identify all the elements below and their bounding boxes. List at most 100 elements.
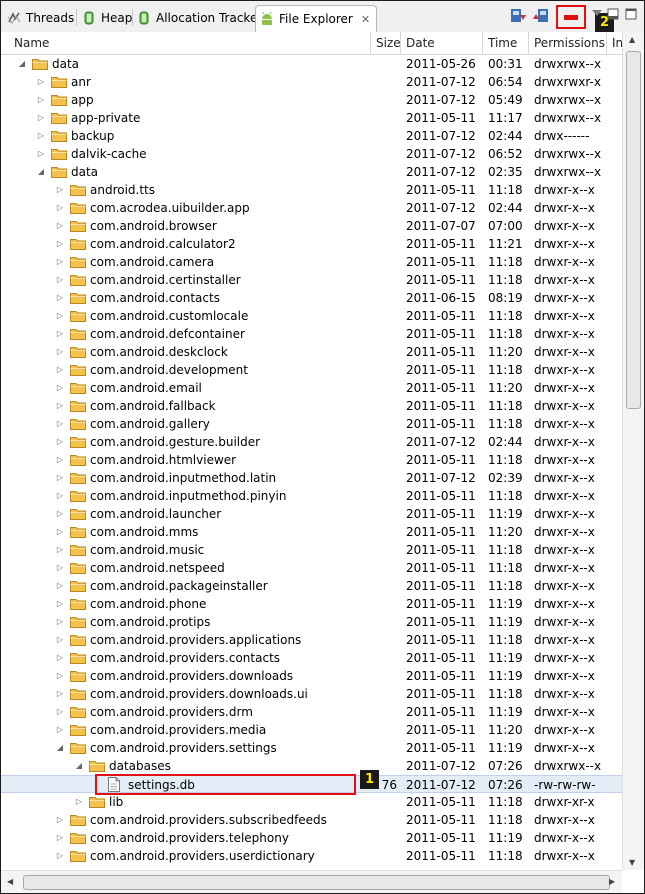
table-row[interactable]: ▷ com.android.protips 2011-05-11 11:19 drwxr… <box>1 613 622 631</box>
table-row[interactable]: ◢ databases 2011-07-12 07:26 drwxrwx--x <box>1 757 622 775</box>
table-row[interactable]: ▷ com.android.providers.downloads 2011-05-… <box>1 667 622 685</box>
collapsed-arrow-icon[interactable]: ▷ <box>55 361 65 379</box>
collapsed-arrow-icon[interactable]: ▷ <box>36 127 46 145</box>
push-file-icon[interactable] <box>532 7 550 25</box>
collapsed-arrow-icon[interactable]: ▷ <box>55 379 65 397</box>
table-row[interactable]: ▷ com.android.gesture.builder 2011-07-12 02… <box>1 433 622 451</box>
scroll-up-arrow-icon[interactable]: ▲ <box>629 35 635 44</box>
collapsed-arrow-icon[interactable]: ▷ <box>36 145 46 163</box>
table-row[interactable]: ▷ com.android.calculator2 2011-05-11 11:21 d… <box>1 235 622 253</box>
table-row[interactable]: ▷ com.android.camera 2011-05-11 11:18 drwxr-… <box>1 253 622 271</box>
collapsed-arrow-icon[interactable]: ▷ <box>55 181 65 199</box>
table-row[interactable]: ▷ com.android.netspeed 2011-05-11 11:18 drwx… <box>1 559 622 577</box>
table-row[interactable]: ▷ com.android.launcher 2011-05-11 11:19 drwx… <box>1 505 622 523</box>
table-row[interactable]: ▷ com.android.gallery 2011-05-11 11:18 drwxr… <box>1 415 622 433</box>
column-header-date[interactable]: Date <box>401 32 483 54</box>
table-row[interactable]: ▷ lib 2011-05-11 11:18 drwxr-xr-x <box>1 793 622 811</box>
pull-file-icon[interactable] <box>509 7 527 25</box>
scroll-left-arrow-icon[interactable]: ◀ <box>7 877 13 886</box>
table-row[interactable]: ▷ com.android.contacts 2011-06-15 08:19 drwx… <box>1 289 622 307</box>
table-row[interactable]: ▷ com.android.inputmethod.pinyin 2011-05-1… <box>1 487 622 505</box>
tab-threads[interactable]: Threads <box>7 6 74 30</box>
collapsed-arrow-icon[interactable]: ▷ <box>36 91 46 109</box>
scroll-down-arrow-icon[interactable]: ▼ <box>629 858 635 867</box>
table-row[interactable]: ▷ com.android.deskclock 2011-05-11 11:20 drw… <box>1 343 622 361</box>
tab-heap[interactable]: Heap <box>82 6 132 30</box>
table-row[interactable]: ▷ com.android.providers.applications 2011-… <box>1 631 622 649</box>
table-row[interactable]: ▷ app-private 2011-05-11 11:17 drwxrwx--x <box>1 109 622 127</box>
table-row[interactable]: ▷ com.android.phone 2011-05-11 11:19 drwxr-x… <box>1 595 622 613</box>
collapsed-arrow-icon[interactable]: ▷ <box>55 325 65 343</box>
table-row[interactable]: ▷ com.android.providers.downloads.ui 2011-… <box>1 685 622 703</box>
collapsed-arrow-icon[interactable]: ▷ <box>55 289 65 307</box>
column-header-time[interactable]: Time <box>483 32 529 54</box>
table-row[interactable]: ▷ com.android.defcontainer 2011-05-11 11:18… <box>1 325 622 343</box>
table-row[interactable]: ▷ backup 2011-07-12 02:44 drwx------ <box>1 127 622 145</box>
collapsed-arrow-icon[interactable]: ▷ <box>55 235 65 253</box>
collapsed-arrow-icon[interactable]: ▷ <box>55 505 65 523</box>
column-header-permissions[interactable]: Permissions <box>529 32 607 54</box>
table-row[interactable]: ▷ com.android.providers.userdictionary 201… <box>1 847 622 865</box>
collapsed-arrow-icon[interactable]: ▷ <box>55 253 65 271</box>
table-row[interactable]: ▷ app 2011-07-12 05:49 drwxrwx--x <box>1 91 622 109</box>
expanded-arrow-icon[interactable]: ◢ <box>55 739 65 757</box>
table-row[interactable]: ▷ android.tts 2011-05-11 11:18 drwxr-x--x <box>1 181 622 199</box>
collapsed-arrow-icon[interactable]: ▷ <box>55 397 65 415</box>
collapsed-arrow-icon[interactable]: ▷ <box>55 217 65 235</box>
collapsed-arrow-icon[interactable]: ▷ <box>55 523 65 541</box>
vertical-scroll-thumb[interactable] <box>626 51 641 409</box>
collapsed-arrow-icon[interactable]: ▷ <box>55 703 65 721</box>
collapsed-arrow-icon[interactable]: ▷ <box>55 667 65 685</box>
table-row[interactable]: ▷ com.android.email 2011-05-11 11:20 drwxr-x… <box>1 379 622 397</box>
table-row[interactable]: ▷ com.android.providers.subscribedfeeds 20… <box>1 811 622 829</box>
scroll-right-arrow-icon[interactable]: ▶ <box>609 877 615 886</box>
delete-icon[interactable] <box>564 15 578 20</box>
maximize-icon[interactable] <box>625 8 637 20</box>
horizontal-scroll-thumb[interactable] <box>23 875 610 890</box>
table-row[interactable]: ▷ com.android.customlocale 2011-05-11 11:18… <box>1 307 622 325</box>
expanded-arrow-icon[interactable]: ◢ <box>17 55 27 73</box>
table-row[interactable]: ▷ com.android.providers.telephony 2011-05-… <box>1 829 622 847</box>
table-row[interactable]: ◢ data 2011-07-12 02:35 drwxrwx--x <box>1 163 622 181</box>
horizontal-scrollbar[interactable]: ◀ ▶ <box>1 870 622 893</box>
table-row[interactable]: ▷ com.android.providers.contacts 2011-05-1… <box>1 649 622 667</box>
collapsed-arrow-icon[interactable]: ▷ <box>55 721 65 739</box>
table-row[interactable]: ▷ com.android.mms 2011-05-11 11:20 drwxr-x--… <box>1 523 622 541</box>
tab-file-explorer[interactable]: File Explorer ✕ <box>255 5 378 32</box>
minimize-icon[interactable] <box>607 8 619 20</box>
table-row[interactable]: ▷ dalvik-cache 2011-07-12 06:52 drwxrwx--x <box>1 145 622 163</box>
collapsed-arrow-icon[interactable]: ▷ <box>55 487 65 505</box>
close-tab-icon[interactable]: ✕ <box>361 13 370 26</box>
table-row[interactable]: ▷ com.android.music 2011-05-11 11:18 drwxr-x… <box>1 541 622 559</box>
table-row[interactable]: ◢ com.android.providers.settings 2011-05-1… <box>1 739 622 757</box>
collapsed-arrow-icon[interactable]: ▷ <box>55 433 65 451</box>
table-row[interactable]: ▷ com.android.inputmethod.latin 2011-07-12… <box>1 469 622 487</box>
view-menu-icon[interactable] <box>591 8 603 18</box>
table-row[interactable]: ▷ com.android.fallback 2011-05-11 11:18 drwx… <box>1 397 622 415</box>
table-row[interactable]: ▷ com.android.htmlviewer 2011-05-11 11:18 dr… <box>1 451 622 469</box>
collapsed-arrow-icon[interactable]: ▷ <box>55 415 65 433</box>
collapsed-arrow-icon[interactable]: ▷ <box>55 577 65 595</box>
collapsed-arrow-icon[interactable]: ▷ <box>55 343 65 361</box>
collapsed-arrow-icon[interactable]: ▷ <box>55 649 65 667</box>
column-header-name[interactable]: Name <box>9 32 371 54</box>
collapsed-arrow-icon[interactable]: ▷ <box>36 109 46 127</box>
collapsed-arrow-icon[interactable]: ▷ <box>55 199 65 217</box>
table-row[interactable]: ▷ com.android.providers.media 2011-05-11 11… <box>1 721 622 739</box>
collapsed-arrow-icon[interactable]: ▷ <box>55 307 65 325</box>
collapsed-arrow-icon[interactable]: ▷ <box>55 631 65 649</box>
table-row[interactable]: ▷ com.android.providers.drm 2011-05-11 11:1… <box>1 703 622 721</box>
collapsed-arrow-icon[interactable]: ▷ <box>55 613 65 631</box>
table-row[interactable]: ▷ com.android.development 2011-05-11 11:18 d… <box>1 361 622 379</box>
vertical-scrollbar[interactable]: ▲ ▼ <box>622 32 644 870</box>
collapsed-arrow-icon[interactable]: ▷ <box>55 451 65 469</box>
collapsed-arrow-icon[interactable]: ▷ <box>55 559 65 577</box>
collapsed-arrow-icon[interactable]: ▷ <box>55 469 65 487</box>
table-row[interactable]: ▷ com.android.browser 2011-07-07 07:00 drwxr… <box>1 217 622 235</box>
collapsed-arrow-icon[interactable]: ▷ <box>55 811 65 829</box>
collapsed-arrow-icon[interactable]: ▷ <box>55 685 65 703</box>
expanded-arrow-icon[interactable]: ◢ <box>74 757 84 775</box>
collapsed-arrow-icon[interactable]: ▷ <box>55 271 65 289</box>
tab-allocation-tracker[interactable]: Allocation Tracker <box>137 6 262 30</box>
expanded-arrow-icon[interactable]: ◢ <box>36 163 46 181</box>
